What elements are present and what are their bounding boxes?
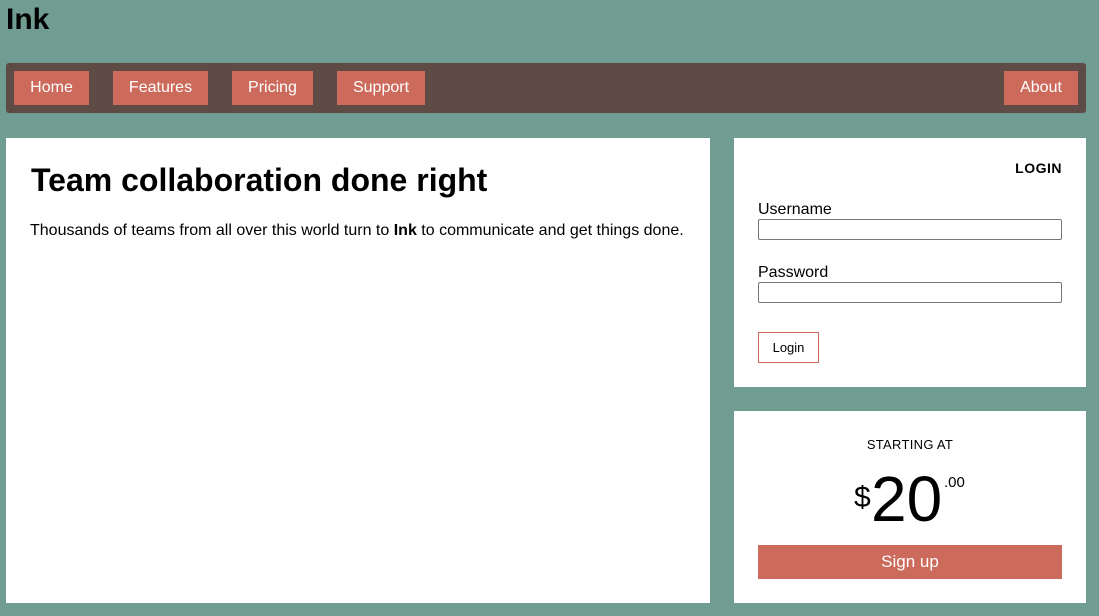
main-heading: Team collaboration done right — [31, 162, 488, 198]
site-title: Ink — [6, 3, 50, 36]
login-card: LOGIN Username Password Login — [734, 138, 1086, 387]
main-content-card: Team collaboration done right Thousands … — [6, 138, 710, 603]
description-text-start: Thousands of teams from all over this wo… — [30, 222, 394, 239]
nav-about-button[interactable]: About — [1004, 71, 1078, 105]
login-button[interactable]: Login — [758, 332, 819, 363]
signup-button[interactable]: Sign up — [758, 545, 1062, 579]
description-text-end: to communicate and get things done. — [416, 222, 684, 239]
nav-support-button[interactable]: Support — [337, 71, 425, 105]
price-cents: .00 — [944, 474, 965, 491]
nav-pricing-button[interactable]: Pricing — [232, 71, 313, 105]
price-amount: 20 — [871, 463, 943, 535]
pricing-caption: STARTING AT — [866, 437, 954, 452]
password-label: Password — [758, 264, 829, 281]
login-heading: LOGIN — [1015, 160, 1062, 176]
nav-features-button[interactable]: Features — [113, 71, 208, 105]
password-input[interactable] — [758, 282, 1062, 303]
nav-home-button[interactable]: Home — [14, 71, 89, 105]
price-currency-symbol: $ — [854, 481, 871, 514]
navbar: Home Features Pricing Support About — [6, 63, 1086, 113]
pricing-card: STARTING AT $ 20 .00 Sign up — [734, 411, 1086, 603]
username-label: Username — [758, 201, 832, 218]
brand-name: Ink — [393, 222, 417, 239]
main-description: Thousands of teams from all over this wo… — [30, 220, 684, 242]
username-input[interactable] — [758, 219, 1062, 240]
